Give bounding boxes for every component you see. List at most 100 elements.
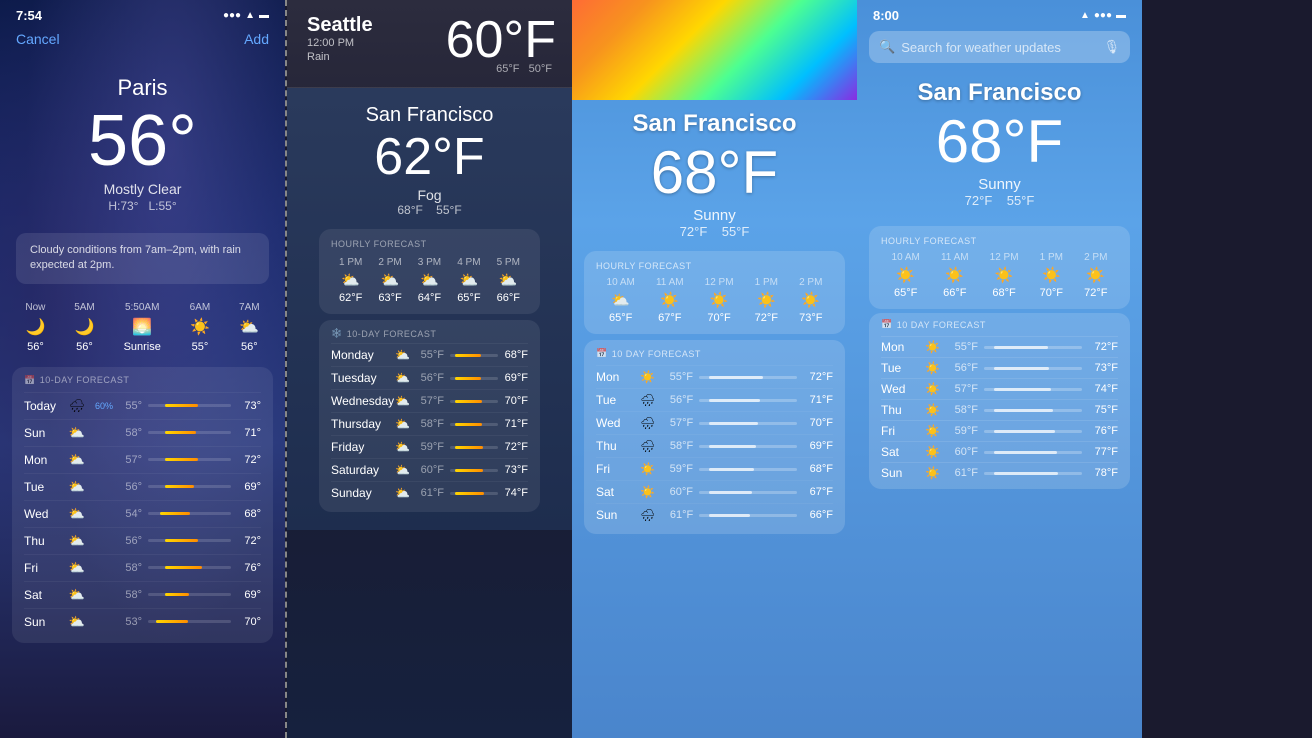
sf3-city: San Francisco xyxy=(572,110,857,138)
sf3-h-icon-5: ☀️ xyxy=(801,291,820,309)
forecast-icon-mon: ⛅ xyxy=(68,452,86,468)
sf4-bar-fill-fri xyxy=(994,430,1055,433)
sf4-hourly-box: Hourly Forecast 10 AM ☀️ 65°F 11 AM ☀️ 6… xyxy=(869,226,1130,309)
paris-condition: Mostly Clear xyxy=(20,181,265,197)
hour-temp-3: 55° xyxy=(192,341,209,353)
hourly-icon-3: ⛅ xyxy=(420,271,439,289)
forecast-row-tue: Tue ⛅ 56° 69° xyxy=(24,473,261,500)
sf3-icon-tue: 🌧 xyxy=(640,393,655,407)
sf-dark-hourly-title: Hourly Forecast xyxy=(331,239,528,249)
forecast-icon-sun2: ⛅ xyxy=(68,614,86,630)
cancel-button[interactable]: Cancel xyxy=(16,31,60,47)
hourly-time-1: 1 PM xyxy=(339,257,362,268)
paris-high: H:73° xyxy=(108,199,138,213)
sf3-lo-sun: 61°F xyxy=(659,509,693,521)
forecast-low-sun: 58° xyxy=(114,427,142,439)
sf4-hi-wed: 74°F xyxy=(1088,383,1118,395)
sf4-day-mon: Mon xyxy=(881,340,921,354)
sf3-condition: Sunny xyxy=(572,207,857,224)
hourly-temp-3: 64°F xyxy=(418,292,441,304)
forecast-low-today: 55° xyxy=(114,400,142,412)
battery-icon: ▬ xyxy=(259,10,269,21)
paris-temperature: 56° xyxy=(20,105,265,177)
status-bar: 7:54 ●●● ▲ ▬ xyxy=(0,0,285,27)
p2-icon-fri: ⛅ xyxy=(395,440,410,454)
sf4-day-sat: Sat xyxy=(881,445,921,459)
forecast-row-sat: Sat ⛅ 58° 69° xyxy=(24,581,261,608)
sf4-h-time-1: 10 AM xyxy=(892,252,920,263)
sf4-h-icon-2: ☀️ xyxy=(945,266,964,284)
p2-forecast-fri: Friday ⛅ 59°F 72°F xyxy=(331,435,528,458)
forecast-high-wed: 68° xyxy=(237,508,261,520)
status-icons: ●●● ▲ ▬ xyxy=(223,10,269,21)
sf4-hourly-title: Hourly Forecast xyxy=(881,236,1118,246)
microphone-icon[interactable]: 🎙 xyxy=(1103,39,1120,55)
hour-item-sunrise: 5:50AM 🌅 Sunrise xyxy=(124,302,161,353)
sf4-bar-fill-thu xyxy=(994,409,1053,412)
forecast-row-mon: Mon ⛅ 57° 72° xyxy=(24,446,261,473)
p2-day-thu: Thursday xyxy=(331,417,391,431)
sf4-lo-thu: 58°F xyxy=(944,404,978,416)
p2-bar-wed xyxy=(450,400,498,403)
p2-bar-fill-thu xyxy=(455,423,482,426)
forecast-day-thu: Thu xyxy=(24,534,62,548)
sf4-hourly-row: 10 AM ☀️ 65°F 11 AM ☀️ 66°F 12 PM ☀️ 68°… xyxy=(881,252,1118,299)
p2-day-sun: Sunday xyxy=(331,486,391,500)
forecast-low-wed: 54° xyxy=(114,508,142,520)
sf4-hl: 72°F 55°F xyxy=(857,193,1142,208)
sf4-lo-mon: 55°F xyxy=(944,341,978,353)
sf3-hourly-12pm: 12 PM ☀️ 70°F xyxy=(705,277,734,324)
search-input[interactable]: Search for weather updates xyxy=(901,40,1097,55)
sf4-temp: 68°F xyxy=(857,107,1142,176)
sf4-calendar-icon: 📅 xyxy=(881,319,893,330)
sf4-lo-sat: 60°F xyxy=(944,446,978,458)
sf4-content: San Francisco 68°F Sunny 72°F 55°F xyxy=(857,71,1142,222)
sf3-h-time-1: 10 AM xyxy=(607,277,635,288)
sf3-bar-fill-fri xyxy=(709,468,754,471)
p2-lo-sat: 60°F xyxy=(414,464,444,476)
hourly-item-3pm: 3 PM ⛅ 64°F xyxy=(418,257,441,304)
hourly-time-4: 4 PM xyxy=(457,257,480,268)
hour-icon-0: 🌙 xyxy=(25,317,45,337)
sf3-icon-sun: 🌧 xyxy=(640,508,655,522)
sf4-hi-thu: 75°F xyxy=(1088,404,1118,416)
sf3-day-sun: Sun xyxy=(596,508,636,522)
forecast-low-mon: 57° xyxy=(114,454,142,466)
sf3-hi-tue: 71°F xyxy=(803,394,833,406)
sf3-bar-fill-wed xyxy=(709,422,758,425)
search-icon: 🔍 xyxy=(879,39,895,55)
sf-sunny-content: San Francisco 68°F Sunny 72°F 55°F Hourl… xyxy=(572,0,857,534)
forecast-icon-thu: ⛅ xyxy=(68,533,86,549)
forecast-row-today: Today 🌧 60% 55° 73° xyxy=(24,392,261,419)
hour-item-now: Now 🌙 56° xyxy=(25,302,45,353)
sf3-bar-fill-thu xyxy=(709,445,756,448)
hourly-item-4pm: 4 PM ⛅ 65°F xyxy=(457,257,480,304)
sf4-row-thu: Thu ☀️ 58°F 75°F xyxy=(881,399,1118,420)
sf3-low: 55°F xyxy=(722,224,750,239)
forecast-icon-fri: ⛅ xyxy=(68,560,86,576)
snowflake-icon: ❄️ xyxy=(331,328,343,339)
forecast-low-sun2: 53° xyxy=(114,616,142,628)
hourly-icon-5: ⛅ xyxy=(499,271,518,289)
p2-icon-tue: ⛅ xyxy=(395,371,410,385)
add-button[interactable]: Add xyxy=(244,31,269,47)
sf3-day-wed: Wed xyxy=(596,416,636,430)
sf4-row-sat: Sat ☀️ 60°F 77°F xyxy=(881,441,1118,462)
p4-status-bar: 8:00 ▲ ●●● ▬ xyxy=(857,0,1142,27)
sf4-h-10am: 10 AM ☀️ 65°F xyxy=(892,252,920,299)
sf3-bar-sat xyxy=(699,491,797,494)
hour-label-2: 5:50AM xyxy=(125,302,159,313)
search-bar[interactable]: 🔍 Search for weather updates 🎙 xyxy=(869,31,1130,63)
forecast-bar-sat xyxy=(148,593,231,596)
sf3-hourly-2pm: 2 PM ☀️ 73°F xyxy=(799,277,822,324)
hour-temp-4: 56° xyxy=(241,341,258,353)
sf3-h-icon-1: ⛅ xyxy=(611,291,630,309)
forecast-day-sat: Sat xyxy=(24,588,62,602)
sf3-icon-wed: 🌧 xyxy=(640,416,655,430)
forecast-bar-fri xyxy=(148,566,231,569)
sf4-icon-wed: ☀️ xyxy=(925,382,940,396)
cloud-advisory: Cloudy conditions from 7am–2pm, with rai… xyxy=(16,233,269,284)
sf4-row-wed: Wed ☀️ 57°F 74°F xyxy=(881,378,1118,399)
forecast-bar-sun2 xyxy=(148,620,231,623)
forecast-bar-wed xyxy=(148,512,231,515)
